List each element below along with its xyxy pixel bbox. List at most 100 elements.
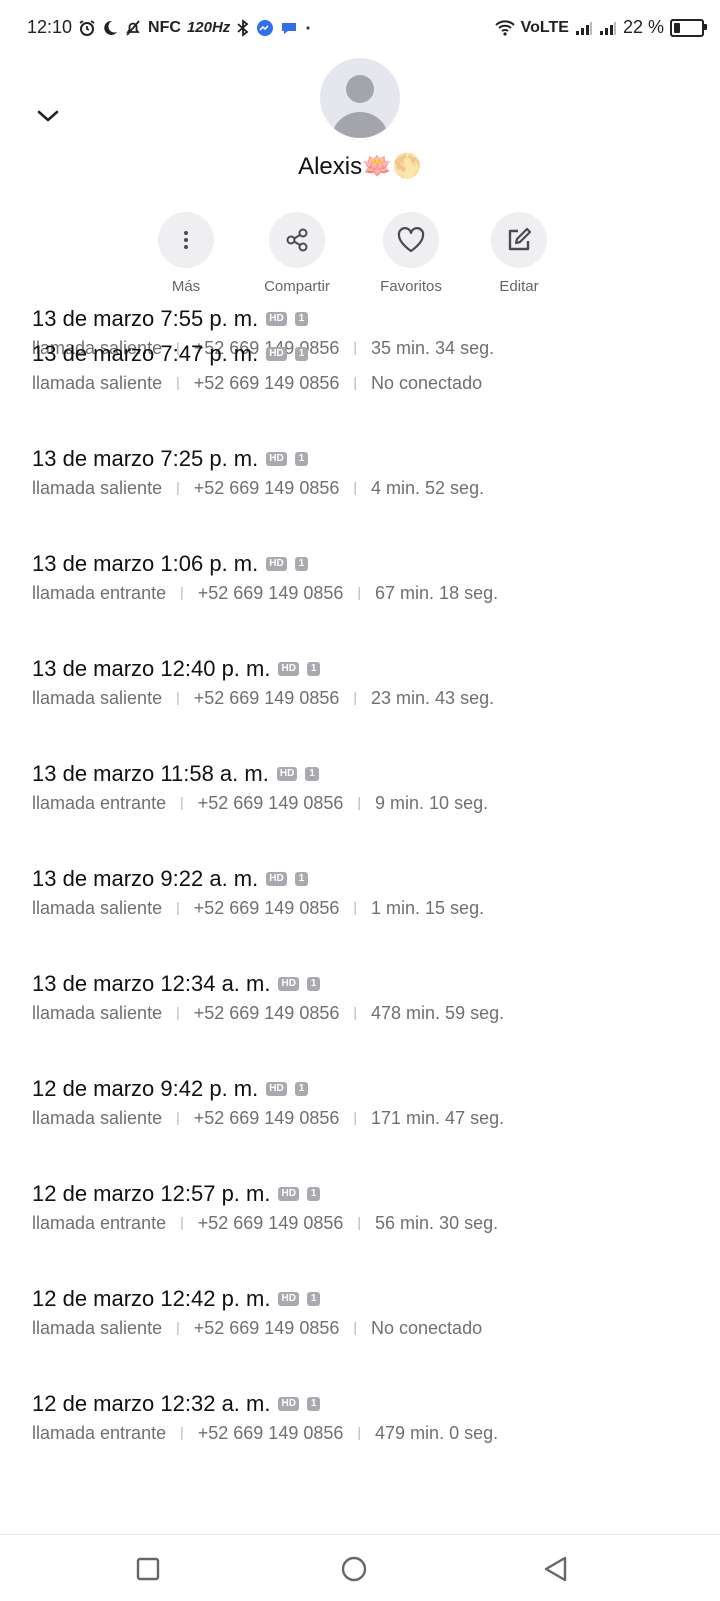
call-date-text: 12 de marzo 9:42 p. m.	[32, 1076, 259, 1101]
hd-badge-icon: HD	[266, 872, 287, 886]
call-date-text: 13 de marzo 12:34 a. m.	[32, 971, 271, 996]
avatar[interactable]	[320, 58, 400, 138]
edit-button[interactable]: Editar	[459, 212, 579, 295]
call-type: llamada saliente	[32, 373, 163, 393]
call-number: +52 669 149 0856	[193, 478, 340, 498]
call-date-text: 12 de marzo 12:57 p. m.	[32, 1181, 271, 1206]
separator: |	[353, 689, 358, 705]
home-button[interactable]	[334, 1549, 374, 1589]
call-date-text: 13 de marzo 7:55 p. m.	[32, 308, 259, 331]
back-button[interactable]	[536, 1549, 576, 1589]
sim-badge-icon: 1	[294, 452, 309, 466]
share-label: Compartir	[264, 278, 330, 295]
wifi-icon	[494, 19, 515, 36]
call-number: +52 669 149 0856	[197, 1213, 344, 1233]
separator: |	[357, 584, 362, 600]
call-date: 13 de marzo 7:25 p. m. HD 1	[32, 446, 720, 472]
more-button[interactable]: Más	[126, 212, 246, 295]
call-log-item[interactable]: 13 de marzo 1:06 p. m. HD 1 llamada entrant…	[0, 551, 720, 656]
separator: |	[176, 1109, 180, 1125]
separator: |	[353, 1319, 358, 1335]
hd-badge-icon: HD	[278, 977, 299, 991]
call-number: +52 669 149 0856	[193, 373, 340, 393]
call-duration: 23 min. 43 seg.	[371, 688, 495, 708]
call-date-text: 13 de marzo 12:40 p. m.	[32, 656, 271, 681]
square-recents-icon	[136, 1557, 160, 1581]
call-date: 13 de marzo 1:06 p. m. HD 1	[32, 551, 720, 577]
navigation-bar	[0, 1534, 720, 1601]
hd-badge-icon: HD	[278, 1397, 299, 1411]
call-number: +52 669 149 0856	[197, 1423, 344, 1443]
call-log-item[interactable]: 13 de marzo 12:40 p. m. HD 1 llamada salien…	[0, 656, 720, 761]
edit-label: Editar	[499, 278, 539, 295]
call-number: +52 669 149 0856	[193, 1108, 340, 1128]
edit-icon	[491, 212, 547, 268]
call-detail: llamada entrante | +52 669 149 0856 | 67 min…	[32, 583, 720, 604]
call-date: 12 de marzo 12:42 p. m. HD 1	[32, 1286, 720, 1312]
call-duration: 479 min. 0 seg.	[375, 1423, 499, 1443]
recents-button[interactable]	[128, 1549, 168, 1589]
call-log-item[interactable]: 12 de marzo 12:42 p. m. HD 1 llamada salien…	[0, 1286, 720, 1391]
call-date: 13 de marzo 9:22 a. m. HD 1	[32, 866, 720, 892]
call-duration: No conectado	[371, 1318, 483, 1338]
hd-badge-icon: HD	[266, 1082, 287, 1096]
separator: |	[176, 374, 180, 390]
call-log-item[interactable]: 13 de marzo 7:25 p. m. HD 1 llamada salient…	[0, 446, 720, 551]
hd-badge-icon: HD	[266, 347, 287, 361]
call-duration: 171 min. 47 seg.	[371, 1108, 505, 1128]
separator: |	[176, 479, 180, 495]
alarm-icon	[78, 19, 96, 37]
call-log-item[interactable]: 13 de marzo 7:55 p. m. HD 1 llamada salient…	[0, 308, 720, 358]
hd-badge-icon: HD	[266, 452, 287, 466]
call-detail: llamada entrante | +52 669 149 0856 | 9 min.…	[32, 793, 720, 814]
call-type: llamada entrante	[32, 793, 167, 813]
call-log-item[interactable]: 13 de marzo 11:58 a. m. HD 1 llamada entran…	[0, 761, 720, 866]
call-type: llamada saliente	[32, 688, 163, 708]
favorites-button[interactable]: Favoritos	[351, 212, 471, 295]
hd-badge-icon: HD	[278, 1292, 299, 1306]
call-date: 13 de marzo 11:58 a. m. HD 1	[32, 761, 720, 787]
chat-bubble-icon	[280, 19, 298, 37]
call-log-item[interactable]: 13 de marzo 9:22 a. m. HD 1 llamada salient…	[0, 866, 720, 971]
call-detail: llamada saliente | +52 669 149 0856 | 4 min.…	[32, 478, 720, 499]
call-log-item[interactable]: 12 de marzo 9:42 p. m. HD 1 llamada salient…	[0, 1076, 720, 1181]
hd-badge-icon: HD	[278, 662, 299, 676]
heart-icon	[383, 212, 439, 268]
call-date: 13 de marzo 12:40 p. m. HD 1	[32, 656, 720, 682]
share-button[interactable]: Compartir	[237, 212, 357, 295]
default-person-icon	[332, 75, 388, 138]
call-date-text: 13 de marzo 1:06 p. m.	[32, 551, 259, 576]
messenger-icon	[256, 19, 274, 37]
hd-badge-icon: HD	[276, 767, 298, 781]
call-type: llamada saliente	[32, 478, 163, 498]
call-duration: 35 min. 34 seg.	[371, 338, 495, 358]
call-type: llamada saliente	[32, 1318, 163, 1338]
call-type: llamada entrante	[32, 583, 167, 603]
call-log-item[interactable]: 12 de marzo 12:32 a. m. HD 1 llamada entran…	[0, 1391, 720, 1496]
call-date: 12 de marzo 12:57 p. m. HD 1	[32, 1181, 720, 1207]
call-date-text: 13 de marzo 7:47 p. m.	[32, 341, 259, 366]
share-icon	[269, 212, 325, 268]
call-number: +52 669 149 0856	[193, 898, 340, 918]
call-date: 12 de marzo 12:32 a. m. HD 1	[32, 1391, 720, 1417]
separator: |	[176, 689, 180, 705]
call-log-item[interactable]: 12 de marzo 12:57 p. m. HD 1 llamada entran…	[0, 1181, 720, 1286]
call-history-list[interactable]: 13 de marzo 7:55 p. m. HD 1 llamada salient…	[0, 308, 720, 1534]
collapse-button[interactable]	[28, 100, 68, 136]
call-history-items: 13 de marzo 7:55 p. m. HD 1 llamada salient…	[0, 308, 720, 1496]
hd-badge-icon: HD	[266, 312, 287, 326]
call-type: llamada entrante	[32, 1213, 167, 1233]
separator: |	[176, 899, 180, 915]
call-duration: 4 min. 52 seg.	[371, 478, 485, 498]
refresh-rate-label: 120Hz	[186, 19, 231, 36]
hd-badge-icon: HD	[266, 557, 287, 571]
call-date-text: 12 de marzo 12:32 a. m.	[32, 1391, 271, 1416]
separator: |	[353, 899, 358, 915]
triangle-back-icon	[544, 1556, 567, 1582]
call-detail: llamada entrante | +52 669 149 0856 | 479 mi…	[32, 1423, 720, 1444]
status-time: 12:10	[27, 17, 73, 37]
call-date-text: 13 de marzo 7:25 p. m.	[32, 446, 259, 471]
call-number: +52 669 149 0856	[197, 583, 344, 603]
call-duration: 478 min. 59 seg.	[371, 1003, 505, 1023]
call-log-item[interactable]: 13 de marzo 12:34 a. m. HD 1 llamada salien…	[0, 971, 720, 1076]
